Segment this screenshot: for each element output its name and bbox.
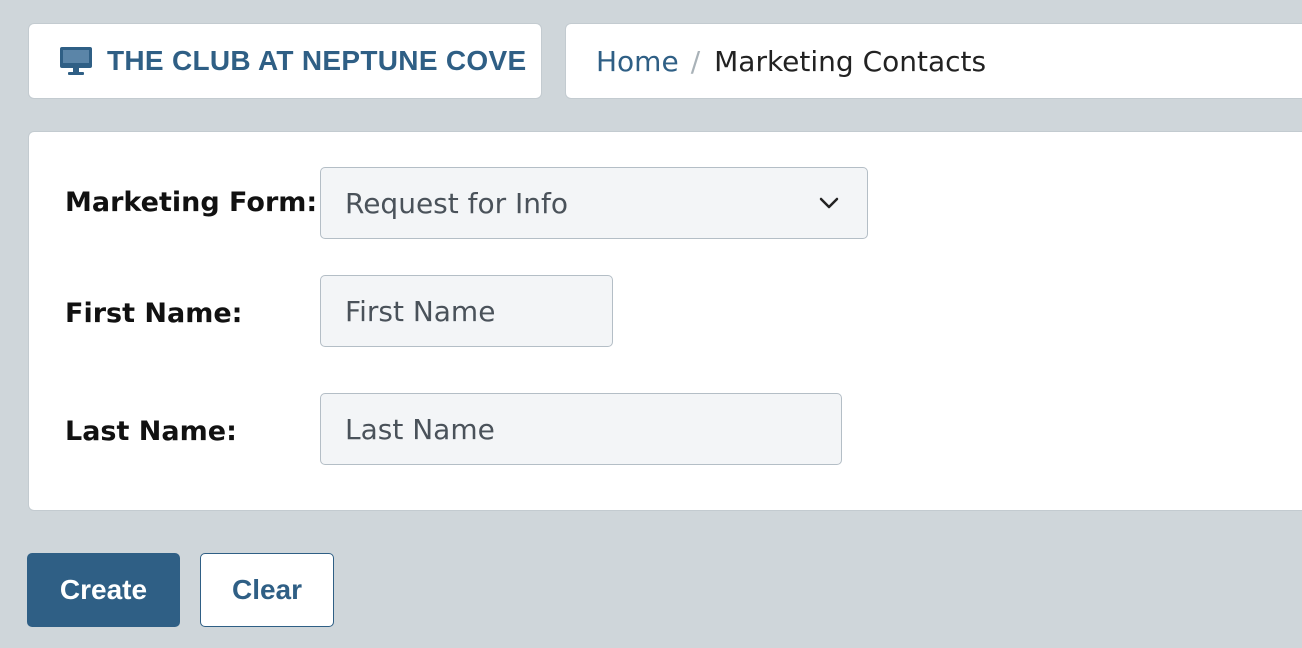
chevron-down-icon xyxy=(819,197,839,209)
brand-card: THE CLUB AT NEPTUNE COVE xyxy=(28,23,542,99)
first-name-label: First Name: xyxy=(65,298,243,329)
brand-title[interactable]: THE CLUB AT NEPTUNE COVE xyxy=(107,45,526,77)
breadcrumb-home-link[interactable]: Home xyxy=(596,45,679,78)
page: THE CLUB AT NEPTUNE COVE Home / Marketin… xyxy=(0,0,1302,648)
contact-form: Marketing Form: Request for Info First N… xyxy=(28,131,1302,511)
marketing-form-selected: Request for Info xyxy=(345,186,569,220)
breadcrumb-separator: / xyxy=(690,44,701,78)
create-button[interactable]: Create xyxy=(27,553,180,627)
breadcrumb: Home / Marketing Contacts xyxy=(565,23,1302,99)
clear-button[interactable]: Clear xyxy=(200,553,334,627)
breadcrumb-current: Marketing Contacts xyxy=(714,44,987,78)
monitor-icon xyxy=(59,46,93,76)
last-name-input[interactable] xyxy=(345,412,841,446)
last-name-label: Last Name: xyxy=(65,416,237,447)
marketing-form-select[interactable]: Request for Info xyxy=(320,167,868,239)
first-name-field-box xyxy=(320,275,613,347)
first-name-input[interactable] xyxy=(345,294,612,328)
last-name-field-box xyxy=(320,393,842,465)
marketing-form-label: Marketing Form: xyxy=(65,187,318,218)
